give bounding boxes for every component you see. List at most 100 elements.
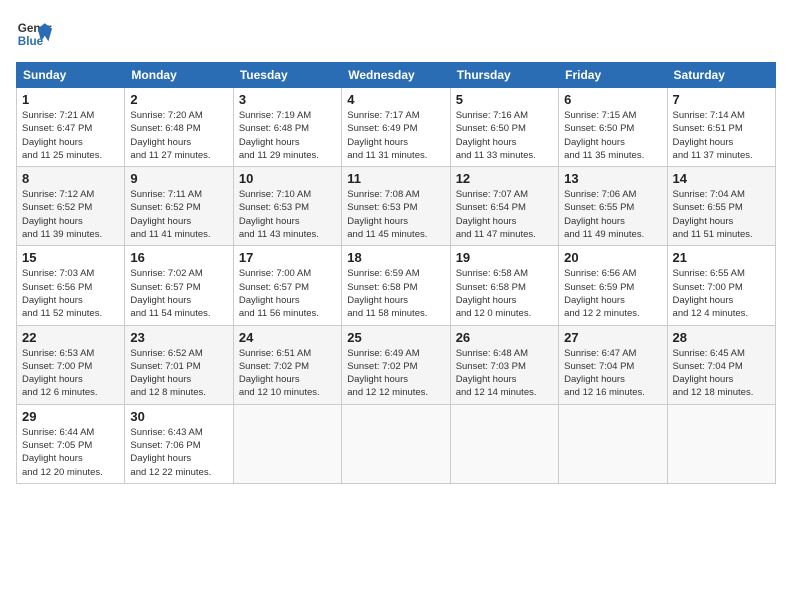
day-info: Sunrise: 7:03 AM Sunset: 6:56 PM Dayligh… <box>22 267 119 320</box>
calendar-cell <box>667 404 775 483</box>
calendar-cell: 15 Sunrise: 7:03 AM Sunset: 6:56 PM Dayl… <box>17 246 125 325</box>
weekday-header-thursday: Thursday <box>450 63 558 88</box>
calendar-cell: 12 Sunrise: 7:07 AM Sunset: 6:54 PM Dayl… <box>450 167 558 246</box>
calendar-cell: 23 Sunrise: 6:52 AM Sunset: 7:01 PM Dayl… <box>125 325 233 404</box>
day-info: Sunrise: 7:16 AM Sunset: 6:50 PM Dayligh… <box>456 109 553 162</box>
day-number: 29 <box>22 409 119 424</box>
calendar-cell: 25 Sunrise: 6:49 AM Sunset: 7:02 PM Dayl… <box>342 325 450 404</box>
day-number: 6 <box>564 92 661 107</box>
calendar-cell: 30 Sunrise: 6:43 AM Sunset: 7:06 PM Dayl… <box>125 404 233 483</box>
day-info: Sunrise: 6:48 AM Sunset: 7:03 PM Dayligh… <box>456 347 553 400</box>
day-info: Sunrise: 6:52 AM Sunset: 7:01 PM Dayligh… <box>130 347 227 400</box>
day-number: 18 <box>347 250 444 265</box>
svg-text:Blue: Blue <box>18 35 44 48</box>
day-number: 19 <box>456 250 553 265</box>
calendar-cell: 20 Sunrise: 6:56 AM Sunset: 6:59 PM Dayl… <box>559 246 667 325</box>
day-info: Sunrise: 7:20 AM Sunset: 6:48 PM Dayligh… <box>130 109 227 162</box>
calendar-cell: 5 Sunrise: 7:16 AM Sunset: 6:50 PM Dayli… <box>450 88 558 167</box>
day-number: 16 <box>130 250 227 265</box>
day-number: 4 <box>347 92 444 107</box>
calendar-cell: 2 Sunrise: 7:20 AM Sunset: 6:48 PM Dayli… <box>125 88 233 167</box>
day-number: 23 <box>130 330 227 345</box>
day-number: 21 <box>673 250 770 265</box>
day-number: 22 <box>22 330 119 345</box>
calendar-cell: 6 Sunrise: 7:15 AM Sunset: 6:50 PM Dayli… <box>559 88 667 167</box>
day-number: 25 <box>347 330 444 345</box>
day-info: Sunrise: 7:12 AM Sunset: 6:52 PM Dayligh… <box>22 188 119 241</box>
calendar-cell: 8 Sunrise: 7:12 AM Sunset: 6:52 PM Dayli… <box>17 167 125 246</box>
day-info: Sunrise: 7:00 AM Sunset: 6:57 PM Dayligh… <box>239 267 336 320</box>
calendar-cell: 10 Sunrise: 7:10 AM Sunset: 6:53 PM Dayl… <box>233 167 341 246</box>
weekday-header-sunday: Sunday <box>17 63 125 88</box>
day-number: 7 <box>673 92 770 107</box>
calendar-cell: 1 Sunrise: 7:21 AM Sunset: 6:47 PM Dayli… <box>17 88 125 167</box>
day-number: 26 <box>456 330 553 345</box>
calendar-table: SundayMondayTuesdayWednesdayThursdayFrid… <box>16 62 776 484</box>
day-info: Sunrise: 7:10 AM Sunset: 6:53 PM Dayligh… <box>239 188 336 241</box>
day-info: Sunrise: 7:11 AM Sunset: 6:52 PM Dayligh… <box>130 188 227 241</box>
day-info: Sunrise: 7:21 AM Sunset: 6:47 PM Dayligh… <box>22 109 119 162</box>
calendar-cell: 16 Sunrise: 7:02 AM Sunset: 6:57 PM Dayl… <box>125 246 233 325</box>
day-info: Sunrise: 7:19 AM Sunset: 6:48 PM Dayligh… <box>239 109 336 162</box>
calendar-cell: 21 Sunrise: 6:55 AM Sunset: 7:00 PM Dayl… <box>667 246 775 325</box>
calendar-cell: 18 Sunrise: 6:59 AM Sunset: 6:58 PM Dayl… <box>342 246 450 325</box>
calendar-cell: 4 Sunrise: 7:17 AM Sunset: 6:49 PM Dayli… <box>342 88 450 167</box>
day-info: Sunrise: 7:17 AM Sunset: 6:49 PM Dayligh… <box>347 109 444 162</box>
calendar-cell <box>342 404 450 483</box>
calendar-cell: 24 Sunrise: 6:51 AM Sunset: 7:02 PM Dayl… <box>233 325 341 404</box>
calendar-cell <box>450 404 558 483</box>
day-number: 24 <box>239 330 336 345</box>
logo-icon: General Blue <box>16 16 52 52</box>
day-info: Sunrise: 6:44 AM Sunset: 7:05 PM Dayligh… <box>22 426 119 479</box>
calendar-cell: 26 Sunrise: 6:48 AM Sunset: 7:03 PM Dayl… <box>450 325 558 404</box>
calendar-cell: 7 Sunrise: 7:14 AM Sunset: 6:51 PM Dayli… <box>667 88 775 167</box>
weekday-header-monday: Monday <box>125 63 233 88</box>
day-info: Sunrise: 6:45 AM Sunset: 7:04 PM Dayligh… <box>673 347 770 400</box>
day-number: 3 <box>239 92 336 107</box>
day-info: Sunrise: 7:07 AM Sunset: 6:54 PM Dayligh… <box>456 188 553 241</box>
day-number: 10 <box>239 171 336 186</box>
day-number: 1 <box>22 92 119 107</box>
logo: General Blue <box>16 16 52 52</box>
day-info: Sunrise: 6:58 AM Sunset: 6:58 PM Dayligh… <box>456 267 553 320</box>
day-info: Sunrise: 6:59 AM Sunset: 6:58 PM Dayligh… <box>347 267 444 320</box>
day-number: 15 <box>22 250 119 265</box>
weekday-header-tuesday: Tuesday <box>233 63 341 88</box>
day-info: Sunrise: 6:49 AM Sunset: 7:02 PM Dayligh… <box>347 347 444 400</box>
weekday-header-wednesday: Wednesday <box>342 63 450 88</box>
day-info: Sunrise: 6:56 AM Sunset: 6:59 PM Dayligh… <box>564 267 661 320</box>
day-number: 12 <box>456 171 553 186</box>
day-number: 2 <box>130 92 227 107</box>
calendar-cell: 9 Sunrise: 7:11 AM Sunset: 6:52 PM Dayli… <box>125 167 233 246</box>
day-number: 8 <box>22 171 119 186</box>
day-info: Sunrise: 7:14 AM Sunset: 6:51 PM Dayligh… <box>673 109 770 162</box>
calendar-cell: 11 Sunrise: 7:08 AM Sunset: 6:53 PM Dayl… <box>342 167 450 246</box>
calendar-cell: 29 Sunrise: 6:44 AM Sunset: 7:05 PM Dayl… <box>17 404 125 483</box>
calendar-cell: 22 Sunrise: 6:53 AM Sunset: 7:00 PM Dayl… <box>17 325 125 404</box>
day-number: 20 <box>564 250 661 265</box>
calendar-cell: 28 Sunrise: 6:45 AM Sunset: 7:04 PM Dayl… <box>667 325 775 404</box>
day-info: Sunrise: 6:55 AM Sunset: 7:00 PM Dayligh… <box>673 267 770 320</box>
day-info: Sunrise: 6:51 AM Sunset: 7:02 PM Dayligh… <box>239 347 336 400</box>
day-info: Sunrise: 6:47 AM Sunset: 7:04 PM Dayligh… <box>564 347 661 400</box>
day-info: Sunrise: 7:02 AM Sunset: 6:57 PM Dayligh… <box>130 267 227 320</box>
day-number: 30 <box>130 409 227 424</box>
day-number: 17 <box>239 250 336 265</box>
calendar-cell: 19 Sunrise: 6:58 AM Sunset: 6:58 PM Dayl… <box>450 246 558 325</box>
day-info: Sunrise: 7:15 AM Sunset: 6:50 PM Dayligh… <box>564 109 661 162</box>
day-number: 5 <box>456 92 553 107</box>
day-info: Sunrise: 7:06 AM Sunset: 6:55 PM Dayligh… <box>564 188 661 241</box>
day-info: Sunrise: 7:08 AM Sunset: 6:53 PM Dayligh… <box>347 188 444 241</box>
calendar-cell <box>233 404 341 483</box>
calendar-cell: 3 Sunrise: 7:19 AM Sunset: 6:48 PM Dayli… <box>233 88 341 167</box>
day-number: 13 <box>564 171 661 186</box>
weekday-header-friday: Friday <box>559 63 667 88</box>
day-info: Sunrise: 6:43 AM Sunset: 7:06 PM Dayligh… <box>130 426 227 479</box>
day-number: 28 <box>673 330 770 345</box>
day-number: 27 <box>564 330 661 345</box>
calendar-cell <box>559 404 667 483</box>
weekday-header-saturday: Saturday <box>667 63 775 88</box>
day-number: 9 <box>130 171 227 186</box>
day-info: Sunrise: 7:04 AM Sunset: 6:55 PM Dayligh… <box>673 188 770 241</box>
calendar-cell: 27 Sunrise: 6:47 AM Sunset: 7:04 PM Dayl… <box>559 325 667 404</box>
